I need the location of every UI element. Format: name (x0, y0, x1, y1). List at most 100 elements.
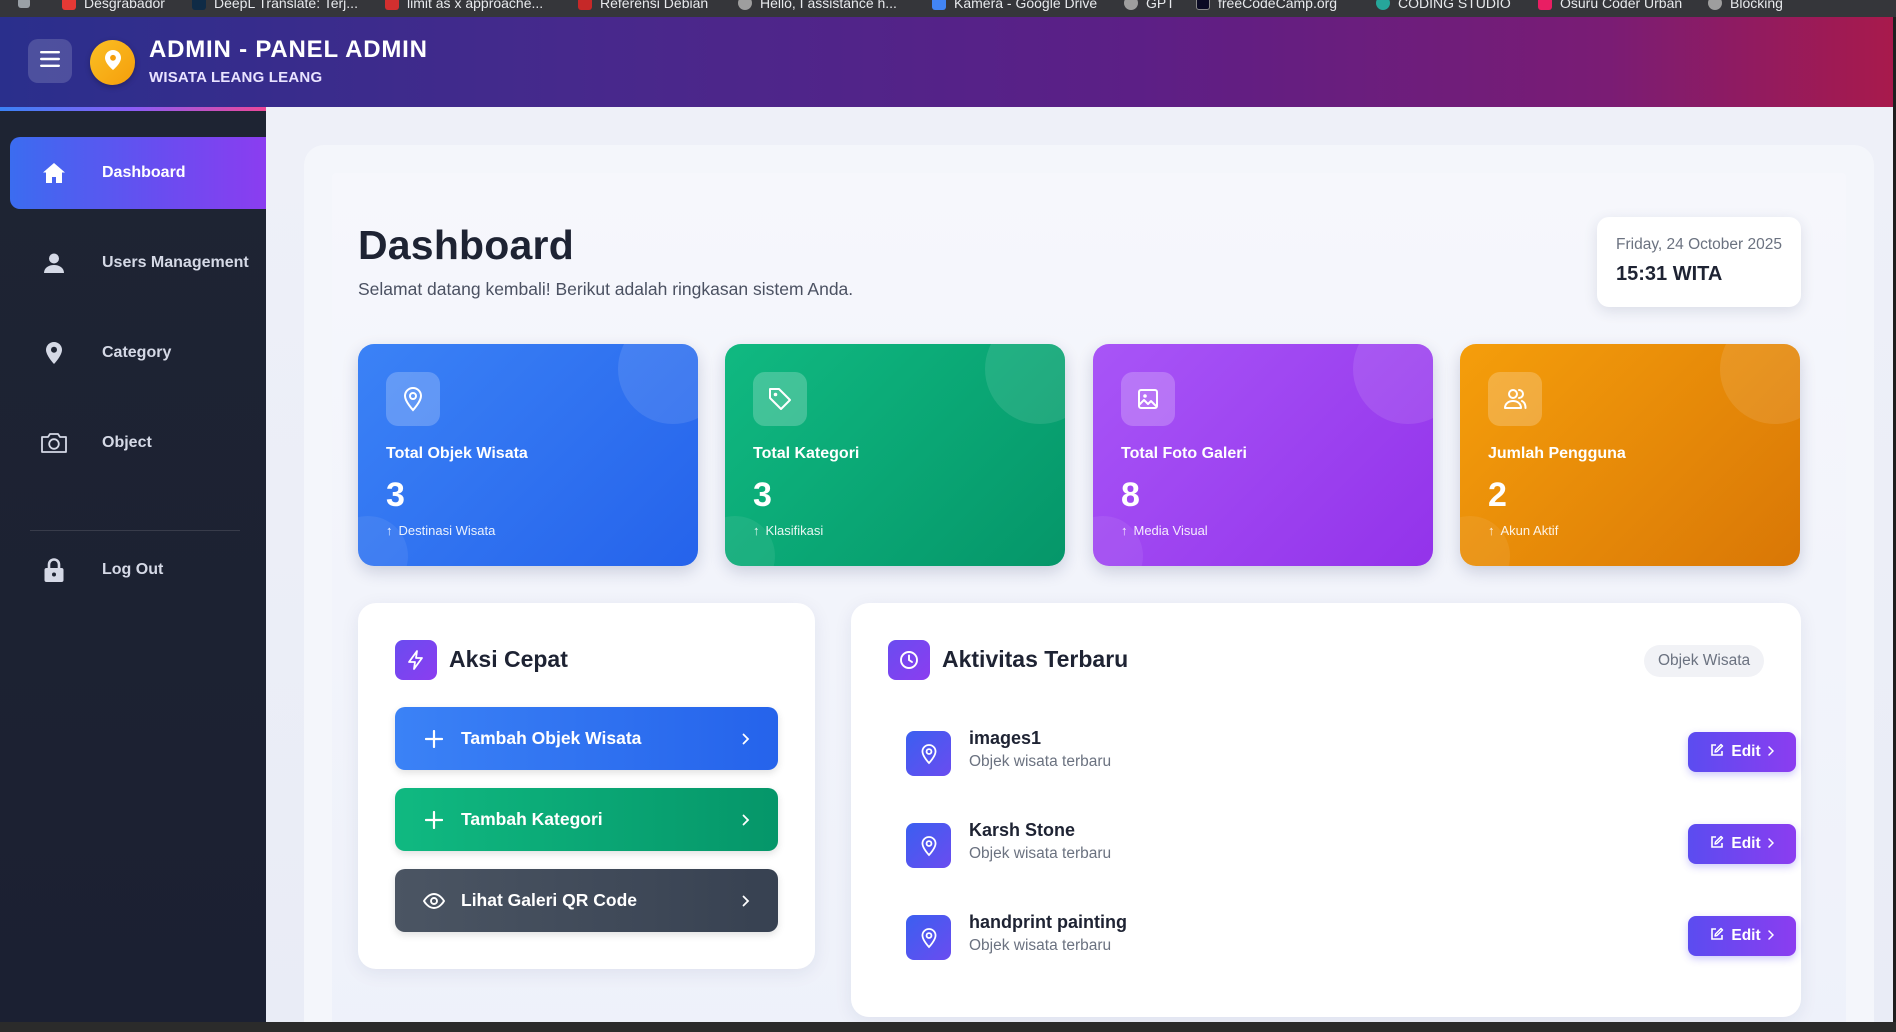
bookmark-favicon (1538, 0, 1552, 10)
map-pin-icon (386, 372, 440, 426)
activity-name: Karsh Stone (969, 820, 1076, 840)
bookmark-item[interactable]: Kamera - Google Drive (932, 0, 1097, 12)
map-pin-icon (18, 342, 90, 364)
chevron-right-icon (742, 895, 750, 907)
sidebar-item-category[interactable]: Category (10, 317, 266, 389)
arrow-up-icon: ↑ (753, 523, 760, 538)
sidebar-item-label: Dashboard (102, 164, 186, 181)
button-label: Tambah Kategori (461, 809, 603, 829)
bookmark-favicon (62, 0, 76, 10)
stat-note: ↑ Destinasi Wisata (386, 523, 496, 538)
stat-value: 3 (386, 476, 405, 514)
activity-subtitle: Objek wisata terbaru (969, 845, 1112, 862)
chevron-right-icon (742, 733, 750, 745)
add-objek-wisata-button[interactable]: Tambah Objek Wisata (395, 707, 778, 770)
map-pin-icon (104, 50, 121, 75)
card-decoration (1720, 344, 1800, 424)
stat-card-objek-wisata: Total Objek Wisata 3 ↑ Destinasi Wisata (358, 344, 698, 566)
stat-value: 3 (753, 476, 772, 514)
bookmark-item[interactable]: Desgrabador (62, 0, 165, 12)
bookmark-item[interactable]: Blocking (1708, 0, 1783, 12)
arrow-up-icon: ↑ (1121, 523, 1128, 538)
sidebar-item-label: Log Out (102, 561, 164, 578)
card-title: Aktivitas Terbaru (942, 646, 1129, 672)
edit-button[interactable]: Edit (1688, 824, 1796, 864)
activity-subtitle: Objek wisata terbaru (969, 937, 1112, 954)
sidebar-item-label: Users Management (102, 254, 249, 271)
camera-icon (18, 432, 90, 454)
map-pin-icon (906, 915, 951, 960)
edit-label: Edit (1731, 835, 1761, 852)
bookmark-item[interactable]: GPT (1124, 0, 1175, 12)
stat-label: Total Foto Galeri (1121, 445, 1247, 462)
map-pin-icon (906, 731, 951, 776)
bookmark-favicon (578, 0, 592, 10)
bookmark-item[interactable]: freeCodeCamp.org (1196, 0, 1337, 12)
users-icon (1488, 372, 1542, 426)
sidebar-item-log-out[interactable]: Log Out (10, 534, 266, 606)
sidebar-item-dashboard[interactable]: Dashboard (10, 137, 266, 209)
edit-label: Edit (1731, 927, 1761, 944)
stat-note: ↑ Klasifikasi (753, 523, 824, 538)
lock-icon (18, 558, 90, 582)
activity-item: Karsh Stone Objek wisata terbaru Edit (906, 817, 1796, 877)
sidebar-item-label: Object (102, 434, 152, 451)
button-label: Lihat Galeri QR Code (461, 890, 637, 910)
arrow-up-icon: ↑ (1488, 523, 1495, 538)
bookmark-favicon (1708, 0, 1722, 10)
sidebar-item-label: Category (102, 344, 172, 361)
edit-icon (1710, 927, 1724, 946)
stat-card-kategori: Total Kategori 3 ↑ Klasifikasi (725, 344, 1065, 566)
sidebar-item-object[interactable]: Object (10, 407, 266, 479)
stat-value: 2 (1488, 476, 1507, 514)
edit-label: Edit (1731, 743, 1761, 760)
chevron-right-icon (1767, 743, 1774, 761)
tag-icon (753, 372, 807, 426)
stat-label: Jumlah Pengguna (1488, 445, 1626, 462)
chevron-right-icon (742, 814, 750, 826)
bookmark-item[interactable]: CODING STUDIO (1376, 0, 1511, 12)
quick-actions-card: Aksi Cepat Tambah Objek Wisata Tambah Ka… (358, 603, 815, 969)
edit-button[interactable]: Edit (1688, 732, 1796, 772)
stat-note: ↑ Akun Aktif (1488, 523, 1559, 538)
stat-card-pengguna: Jumlah Pengguna 2 ↑ Akun Aktif (1460, 344, 1800, 566)
bookmark-item[interactable]: Osuru Coder Urban (1538, 0, 1682, 12)
view-qr-gallery-button[interactable]: Lihat Galeri QR Code (395, 869, 778, 932)
home-icon (18, 163, 90, 183)
lightning-icon (395, 640, 437, 680)
add-kategori-button[interactable]: Tambah Kategori (395, 788, 778, 851)
page-subtitle: Selamat datang kembali! Berikut adalah r… (358, 279, 854, 299)
bookmark-item[interactable]: Referensi Debian (578, 0, 708, 12)
bookmark-item[interactable]: limit as x approache... (385, 0, 543, 12)
bookmark-favicon (1376, 0, 1390, 10)
stat-note: ↑ Media Visual (1121, 523, 1208, 538)
plus-icon (421, 729, 447, 748)
edit-button[interactable]: Edit (1688, 916, 1796, 956)
stat-card-foto-galeri: Total Foto Galeri 8 ↑ Media Visual (1093, 344, 1433, 566)
image-icon (1121, 372, 1175, 426)
current-time: 15:31 WITA (1616, 263, 1723, 285)
sidebar-divider (30, 530, 240, 531)
activity-name: images1 (969, 728, 1042, 748)
sidebar: Dashboard Users Management Category Obje… (0, 111, 266, 1022)
bookmark-item[interactable]: Hello, I assistance h... (738, 0, 897, 12)
logo (90, 40, 135, 85)
brand-title: ADMIN - PANEL ADMIN (149, 36, 428, 63)
button-label: Tambah Objek Wisata (461, 728, 642, 748)
card-title: Aksi Cepat (449, 646, 568, 672)
card-decoration (985, 344, 1065, 424)
menu-toggle-button[interactable] (28, 39, 72, 83)
window-edge (0, 1022, 1896, 1032)
edit-icon (1710, 835, 1724, 854)
activity-item: handprint painting Objek wisata terbaru … (906, 909, 1796, 969)
clock-icon (888, 640, 930, 680)
sidebar-item-users-management[interactable]: Users Management (10, 227, 266, 299)
date-time-card: Friday, 24 October 2025 15:31 WITA (1597, 217, 1801, 307)
bookmark-icon[interactable] (18, 0, 30, 12)
bookmark-item[interactable]: DeepL Translate: Terj... (192, 0, 358, 12)
activity-filter-badge: Objek Wisata (1644, 645, 1765, 677)
arrow-up-icon: ↑ (386, 523, 393, 538)
bookmark-favicon (1196, 0, 1210, 10)
stat-label: Total Kategori (753, 445, 860, 462)
stat-label: Total Objek Wisata (386, 445, 528, 462)
